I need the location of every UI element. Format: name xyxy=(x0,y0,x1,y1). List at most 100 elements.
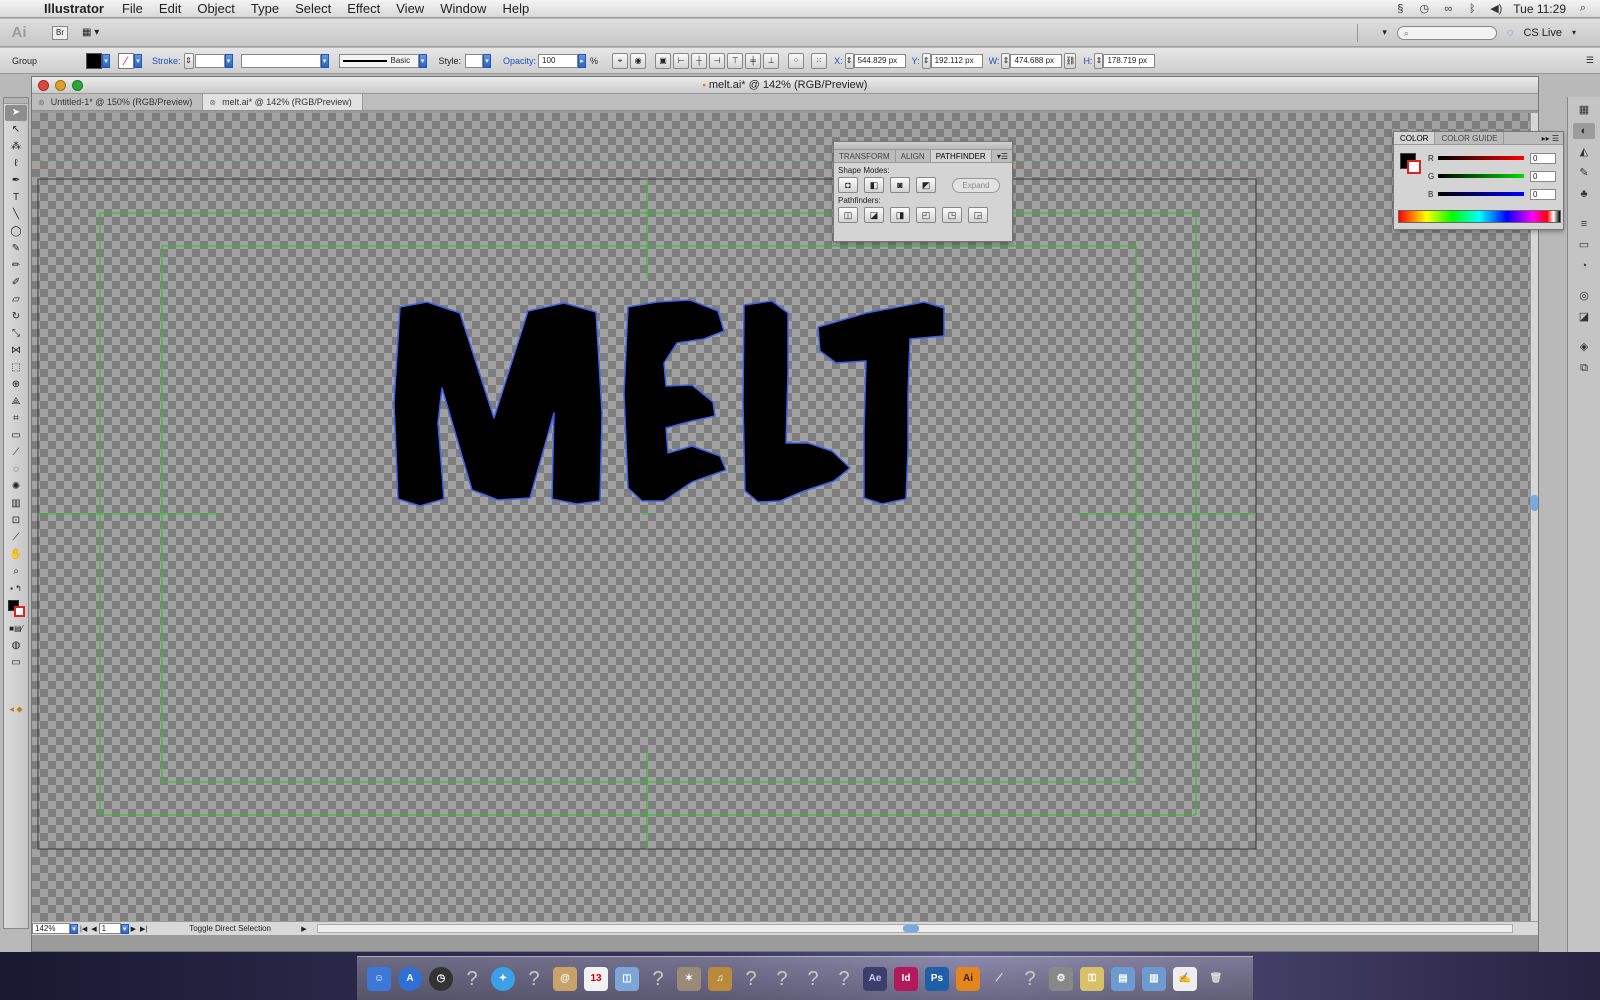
menu-object[interactable]: Object xyxy=(189,1,243,16)
tab-untitled-1[interactable]: ⊗ Untitled-1* @ 150% (RGB/Preview) xyxy=(32,94,204,110)
horizontal-scrollbar[interactable] xyxy=(316,923,1513,933)
eyedropper-tool-icon[interactable]: ⟋ xyxy=(5,445,27,461)
artboard-canvas[interactable] xyxy=(32,113,1532,921)
brush-definition-field[interactable]: Basic xyxy=(338,53,419,68)
stroke-weight-dropdown[interactable]: ▾ xyxy=(224,53,233,68)
arrange-documents-icon[interactable]: ▦ ▾ xyxy=(82,25,110,41)
intersect-icon[interactable]: ◙ xyxy=(890,177,910,193)
missing-app-icon[interactable]: ? xyxy=(1018,967,1042,991)
divide-icon[interactable]: ◫ xyxy=(838,207,858,223)
dashboard-dock-icon[interactable]: ◷ xyxy=(429,966,453,991)
x-label[interactable]: X: xyxy=(828,56,845,66)
drawing-mode-icon[interactable]: ◍ xyxy=(5,638,27,654)
bridge-button[interactable]: Br xyxy=(52,25,68,40)
missing-app-icon[interactable]: ? xyxy=(460,967,484,991)
symbols-panel-icon[interactable]: ♣ xyxy=(1573,186,1595,202)
letter-m-path[interactable] xyxy=(393,301,603,507)
minus-front-icon[interactable]: ◧ xyxy=(864,177,884,193)
horizontal-align-center-icon[interactable]: ┼ xyxy=(691,52,708,69)
menu-effect[interactable]: Effect xyxy=(339,1,388,16)
recolor-artwork-icon[interactable]: ⌖ xyxy=(612,52,629,69)
tab-melt[interactable]: ⊗ melt.ai* @ 142% (RGB/Preview) xyxy=(203,94,363,111)
mesh-tool-icon[interactable]: ⌗ xyxy=(5,411,27,427)
transparency-panel-icon[interactable]: ◔ xyxy=(1573,258,1595,274)
stroke-color-dropdown[interactable]: ▾ xyxy=(134,53,142,68)
vertical-scroll-thumb[interactable] xyxy=(1531,495,1538,511)
direct-selection-tool-icon[interactable]: ↖ xyxy=(5,122,27,138)
color-stroke-swatch[interactable] xyxy=(1407,160,1421,174)
cs-live-chevron-icon[interactable]: ▾ xyxy=(1572,28,1576,37)
letter-e-path[interactable] xyxy=(623,299,727,502)
vertical-scrollbar[interactable] xyxy=(1530,113,1538,921)
missing-app-icon[interactable]: ? xyxy=(646,967,670,991)
first-artboard-button[interactable]: |◀ xyxy=(78,925,89,933)
close-tab-icon[interactable]: ⊗ xyxy=(209,94,216,111)
vertical-align-bottom-icon[interactable]: ⊥ xyxy=(763,52,780,69)
hand-tool-icon[interactable]: ✋ xyxy=(5,547,27,563)
variable-width-profile-field[interactable] xyxy=(240,53,321,68)
zoom-dropdown[interactable]: ▾ xyxy=(70,923,78,934)
menu-type[interactable]: Type xyxy=(243,1,287,16)
h-stepper[interactable]: ⇕ xyxy=(1094,52,1104,69)
menu-edit[interactable]: Edit xyxy=(151,1,189,16)
channel-r-slider[interactable] xyxy=(1438,156,1524,160)
slice-tool-icon[interactable]: ⟋ xyxy=(5,530,27,546)
illustrator-dock-icon[interactable]: Ai xyxy=(956,966,980,991)
transform-reference-point-icon[interactable]: ⁘ xyxy=(788,52,805,69)
last-artboard-button[interactable]: ▶| xyxy=(138,925,149,933)
perspective-grid-tool-icon[interactable]: ⟁ xyxy=(5,394,27,410)
scale-tool-icon[interactable]: ⤡ xyxy=(5,326,27,342)
free-transform-tool-icon[interactable]: ⬚ xyxy=(5,360,27,376)
finder-dock-icon[interactable]: ☺ xyxy=(367,966,391,991)
graphic-styles-panel-icon[interactable]: ◪ xyxy=(1573,309,1595,325)
system-preferences-dock-icon[interactable]: ⚙ xyxy=(1049,966,1073,991)
channel-b-value[interactable]: 0 xyxy=(1530,188,1556,200)
horizontal-align-left-icon[interactable]: ⊢ xyxy=(673,52,690,69)
previous-artboard-button[interactable]: ◀ xyxy=(89,925,98,933)
app-menu[interactable]: Illustrator xyxy=(40,1,114,16)
lasso-tool-icon[interactable]: ℓ xyxy=(5,156,27,172)
applications-folder-dock-icon[interactable]: ▤ xyxy=(1111,966,1135,991)
pathfinder-panel-grip[interactable] xyxy=(834,142,1012,150)
opacity-label[interactable]: Opacity: xyxy=(501,56,538,66)
menu-view[interactable]: View xyxy=(388,1,432,16)
x-position-field[interactable]: 544.829 px xyxy=(853,53,906,68)
ical-dock-icon[interactable]: 13 xyxy=(584,966,608,991)
paintbrush-tool-icon[interactable]: ✎ xyxy=(5,241,27,257)
width-field[interactable]: 474.688 px xyxy=(1010,53,1063,68)
reference-point-grid-icon[interactable]: ⁙ xyxy=(811,52,828,69)
missing-app-icon[interactable]: ? xyxy=(770,967,794,991)
indesign-dock-icon[interactable]: Id xyxy=(894,966,918,991)
pathfinder-panel-menu-icon[interactable]: ▾☰ xyxy=(997,150,1012,162)
binoculars-icon[interactable]: ∞ xyxy=(1441,3,1455,15)
time-machine-icon[interactable]: ◷ xyxy=(1417,2,1431,15)
type-tool-icon[interactable]: T xyxy=(5,190,27,206)
missing-app-icon[interactable]: ? xyxy=(522,967,546,991)
menu-help[interactable]: Help xyxy=(494,1,537,16)
close-window-button[interactable] xyxy=(38,80,49,91)
opacity-field[interactable]: 100 xyxy=(538,53,579,68)
ellipse-tool-icon[interactable]: ◯ xyxy=(5,224,27,240)
documents-folder-dock-icon[interactable]: ▥ xyxy=(1142,966,1166,991)
cs-live-button[interactable]: CS Live xyxy=(1523,27,1562,39)
document-stack-dock-icon[interactable]: ✍ xyxy=(1173,966,1197,991)
utility-dock-icon[interactable]: ⟋ xyxy=(987,967,1011,991)
expand-button[interactable]: Expand xyxy=(952,177,1000,193)
zoom-level-field[interactable]: 142% xyxy=(32,923,70,934)
graphic-style-swatch[interactable] xyxy=(465,53,484,68)
menu-select[interactable]: Select xyxy=(287,1,339,16)
artboard-dropdown[interactable]: ▾ xyxy=(120,923,129,934)
gradient-tool-icon[interactable]: ▭ xyxy=(5,428,27,444)
merge-icon[interactable]: ◨ xyxy=(890,207,910,223)
address-book-dock-icon[interactable]: @ xyxy=(553,966,577,991)
screen-mode-icon[interactable]: ▭ xyxy=(5,655,27,671)
control-panel-menu-icon[interactable]: ☰ xyxy=(1586,55,1600,66)
artboard-tool-icon[interactable]: ⊡ xyxy=(5,513,27,529)
trash-dock-icon[interactable]: 🗑 xyxy=(1204,967,1228,991)
app-store-dock-icon[interactable]: A xyxy=(398,966,422,991)
channel-r-value[interactable]: 0 xyxy=(1530,152,1556,164)
brushes-panel-icon[interactable]: ✎ xyxy=(1573,165,1595,181)
color-spectrum-bar[interactable] xyxy=(1398,210,1561,223)
gradient-panel-icon[interactable]: ▭ xyxy=(1573,237,1595,253)
stroke-color-swatch[interactable]: ⁄ xyxy=(118,52,134,69)
